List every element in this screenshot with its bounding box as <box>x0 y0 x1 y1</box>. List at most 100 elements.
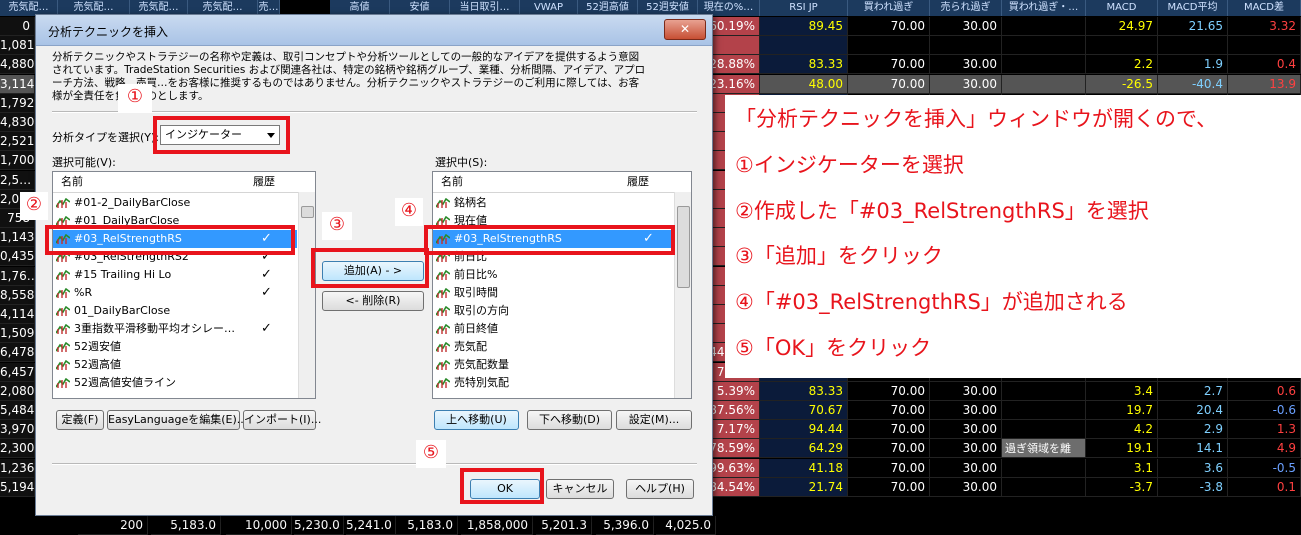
list-item[interactable]: 3重指数平滑移動平均オシレー… ✓ <box>53 320 297 338</box>
grid-cell-price: 2,300 <box>0 439 35 458</box>
grid-cell-price: 3,970 <box>0 420 35 439</box>
grid-cell-oversold: 30.00 <box>930 420 1002 439</box>
list-item-name: 3重指数平滑移動平均オシレー… <box>74 322 235 335</box>
move-down-button[interactable]: 下へ移動(D) <box>527 410 612 430</box>
column-header[interactable]: MACD差 <box>1228 0 1301 16</box>
list-item[interactable]: 前日終値 <box>433 320 673 338</box>
move-up-button[interactable]: 上へ移動(U) <box>434 410 519 430</box>
list-item[interactable]: 取引の方向 <box>433 302 673 320</box>
indicator-icon <box>436 342 450 352</box>
selected-list[interactable]: 名前 履歴 銘柄名 現在値 #03_RelStrengthRS ✓ 前日比 前日比% 取引時… <box>432 171 692 399</box>
list-item[interactable]: 01_DailyBarClose <box>53 302 297 320</box>
grid-cell-macd-avg: 20.4 <box>1158 401 1228 420</box>
grid-cell-macd-diff: 1.3 <box>1228 420 1301 439</box>
list-item-name: #15 Trailing Hi Lo <box>74 268 172 281</box>
list-item[interactable]: 52週高値安値ライン <box>53 374 297 392</box>
list-item[interactable]: 銘柄名 <box>433 194 673 212</box>
highlight-box-available-item <box>45 225 295 255</box>
grid-cell-rsi: 64.29 <box>760 439 848 458</box>
list-item[interactable]: 取引時間 <box>433 284 673 302</box>
vertical-scrollbar[interactable] <box>674 192 691 398</box>
list-item[interactable]: 52週安値 <box>53 338 297 356</box>
grid-cell-price: 6,478 <box>0 343 35 362</box>
grid-cell-zone <box>1002 478 1086 497</box>
step-number-4: ④ <box>395 198 423 226</box>
available-list[interactable]: 名前 履歴 #01-2_DailyBarClose #01_DailyBarClo… <box>52 171 316 399</box>
grid-cell-macd-avg: 14.1 <box>1158 439 1228 458</box>
define-button[interactable]: 定義(F) <box>56 410 104 430</box>
indicator-icon <box>436 324 450 334</box>
grid-cell-oversold: 30.00 <box>930 75 1002 94</box>
column-header[interactable]: 買われ過ぎ <box>848 0 930 16</box>
grid-cell-price: 2,5… <box>0 171 35 190</box>
column-header[interactable]: 買われ過ぎ・… <box>1002 0 1086 16</box>
grid-cell-price: 1,792 <box>0 94 35 113</box>
instruction-note: 「分析テクニックを挿入」ウィンドウが開くので、 ①インジケーターを選択 ②作成した「… <box>725 95 1301 378</box>
column-header[interactable]: MACD平均 <box>1158 0 1228 16</box>
close-button[interactable]: ✕ <box>664 19 706 40</box>
scroll-thumb[interactable] <box>301 206 314 218</box>
list-item[interactable]: #01-2_DailyBarClose <box>53 194 297 212</box>
grid-cell-price: 3,114 <box>0 75 35 94</box>
indicator-icon <box>56 342 70 352</box>
grid-cell-bottom: 5,241.0 <box>346 516 396 535</box>
grid-cell-macd-avg: -3.8 <box>1158 478 1228 497</box>
list-item[interactable]: 前日比% <box>433 266 673 284</box>
grid-cell-rsi: 94.44 <box>760 420 848 439</box>
indicator-icon <box>436 378 450 388</box>
settings-button[interactable]: 設定(M)... <box>616 410 692 430</box>
edit-easylanguage-button[interactable]: EasyLanguageを編集(E)... <box>107 410 247 430</box>
grid-cell-price: 4,114 <box>0 305 35 324</box>
remove-button[interactable]: <- 削除(R) <box>322 291 424 311</box>
highlight-box-ok <box>460 468 544 504</box>
grid-cell-oversold: 30.00 <box>930 382 1002 401</box>
grid-cell-price: 4,880 <box>0 55 35 74</box>
step-number-1: ① <box>118 84 152 112</box>
grid-cell-oversold: 30.00 <box>930 55 1002 74</box>
grid-cell-overbought: 70.00 <box>848 420 930 439</box>
grid-cell-price: 1,081 <box>0 36 35 55</box>
list-item-name: 52週高値 <box>74 358 121 371</box>
help-button[interactable]: ヘルプ(H) <box>626 479 694 499</box>
grid-cell-macd: 4.2 <box>1086 420 1158 439</box>
cancel-button[interactable]: キャンセル <box>546 479 614 499</box>
check-icon: ✓ <box>261 285 272 300</box>
column-header[interactable]: MACD <box>1086 0 1158 16</box>
grid-cell-macd-diff: 3.32 <box>1228 17 1301 36</box>
grid-cell-macd: 3.1 <box>1086 459 1158 478</box>
scroll-thumb[interactable] <box>677 206 690 288</box>
grid-cell-overbought: 70.00 <box>848 17 930 36</box>
grid-cell-rsi: 48.00 <box>760 75 848 94</box>
column-header[interactable]: RSI JP <box>760 0 848 16</box>
grid-cell-bottom: 5,201.3 <box>536 516 592 535</box>
dialog-title: 分析テクニックを挿入 <box>48 25 169 39</box>
grid-cell-overbought: 70.00 <box>848 55 930 74</box>
list-item[interactable]: 52週高値 <box>53 356 297 374</box>
grid-cell-bottom: 5,230.0 <box>294 516 344 535</box>
grid-cell-bottom: 1,858,000 <box>461 516 533 535</box>
list-header: 名前 履歴 <box>433 172 691 193</box>
grid-cell-bottom: 5,183.0 <box>151 516 221 535</box>
column-header[interactable]: 売られ過ぎ <box>930 0 1002 16</box>
grid-cell-zone <box>1002 459 1086 478</box>
list-item-name: 売気配数量 <box>454 358 509 371</box>
instruction-line: ①インジケーターを選択 <box>735 153 964 177</box>
grid-cell-zone <box>1002 55 1086 74</box>
grid-cell-macd: 2.2 <box>1086 55 1158 74</box>
list-item[interactable]: 売特別気配 <box>433 374 673 392</box>
grid-cell-price: 6,457 <box>0 363 35 382</box>
list-item-name: %R <box>74 286 93 299</box>
list-item[interactable]: %R ✓ <box>53 284 297 302</box>
list-item[interactable]: 売気配数量 <box>433 356 673 374</box>
grid-cell-price: 5,484 <box>0 401 35 420</box>
import-button[interactable]: インポート(I)... <box>243 410 321 430</box>
grid-cell-macd: 24.97 <box>1086 17 1158 36</box>
grid-cell-rsi: 21.74 <box>760 478 848 497</box>
grid-cell-macd-avg: -40.4 <box>1158 75 1228 94</box>
grid-cell-macd-diff: 13.9 <box>1228 75 1301 94</box>
list-item[interactable]: 売気配 <box>433 338 673 356</box>
vertical-scrollbar[interactable] <box>298 192 315 398</box>
dialog-titlebar[interactable]: 分析テクニックを挿入 ✕ <box>36 15 712 46</box>
grid-cell-macd-diff: -0.5 <box>1228 459 1301 478</box>
list-item[interactable]: #15 Trailing Hi Lo ✓ <box>53 266 297 284</box>
